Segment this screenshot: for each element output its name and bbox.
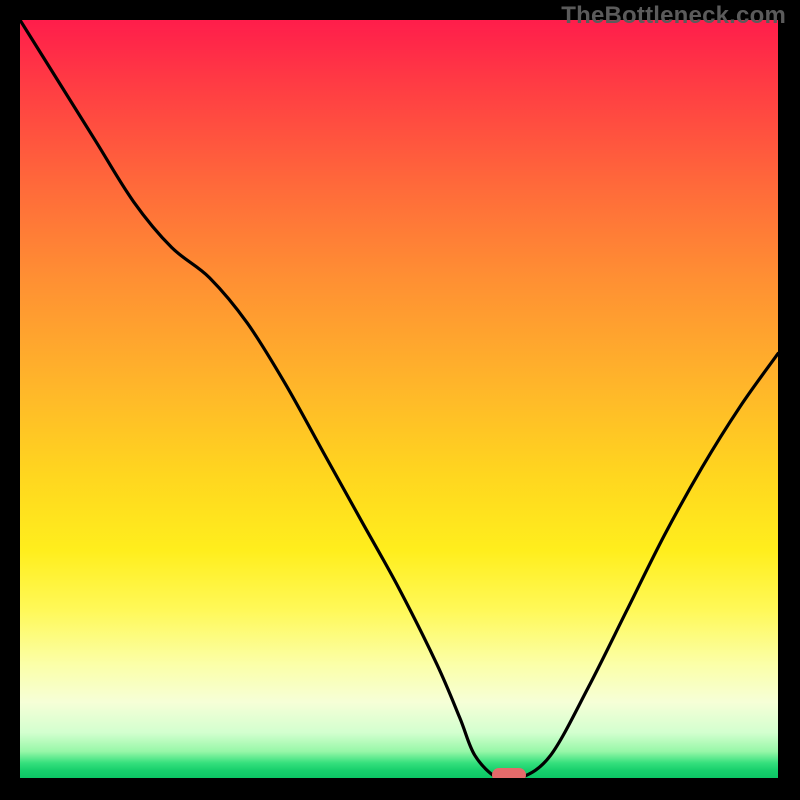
watermark-text: TheBottleneck.com [561,2,786,30]
optimal-point-marker [492,768,526,778]
plot-area [20,20,778,778]
chart-frame: TheBottleneck.com [0,0,800,800]
curve-path [20,20,778,778]
bottleneck-curve [20,20,778,778]
